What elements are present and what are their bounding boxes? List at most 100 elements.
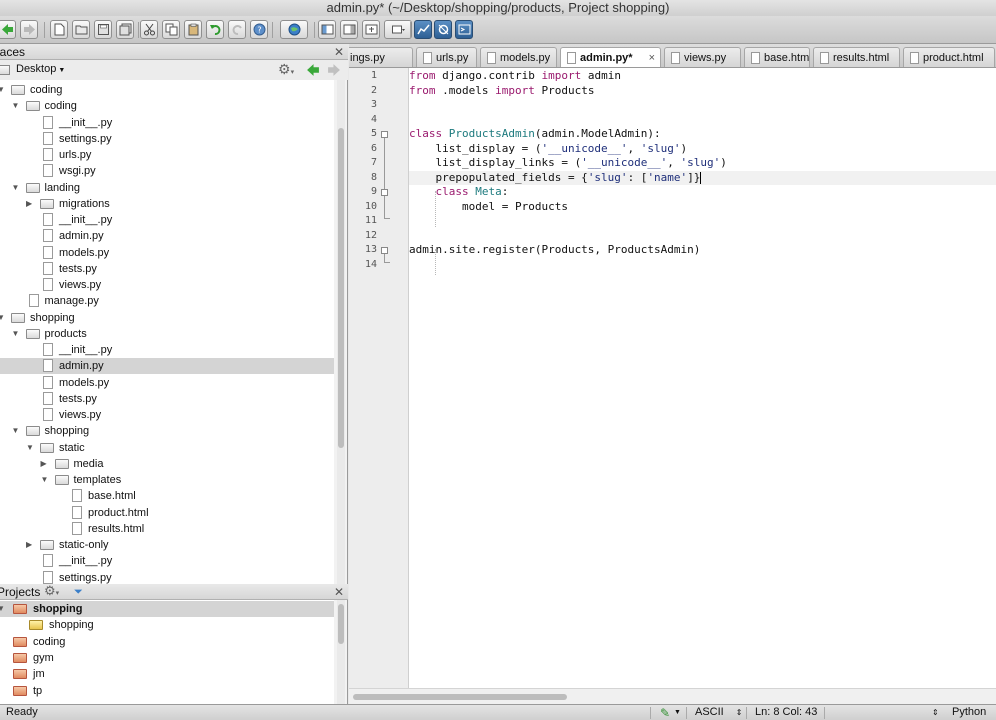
tree-item[interactable]: wsgi.py [0,163,334,179]
code-line[interactable]: class ProductsAdmin(admin.ModelAdmin): [409,127,996,142]
collapsed-triangle-icon[interactable]: ▶ [26,196,32,212]
code-line[interactable]: prepopulated_fields = {'slug': ['name']} [409,170,996,185]
tree-item[interactable]: ▼ landing [0,180,334,196]
new-file-button[interactable] [50,20,68,39]
close-tab-icon[interactable]: × [649,48,655,67]
code-line[interactable] [409,214,996,229]
project-item[interactable]: ▼ shopping [0,601,334,617]
code-line[interactable]: class Meta: [409,185,996,200]
browser-preview-button[interactable] [280,20,308,39]
forward-button[interactable] [20,20,38,39]
tree-item[interactable]: manage.py [0,293,334,309]
toolbox-button[interactable] [434,20,452,39]
tree-item[interactable]: tests.py [0,261,334,277]
paste-button[interactable] [184,20,202,39]
toggle-bottom-pane-button[interactable] [362,20,380,39]
code-line[interactable]: admin.site.register(Products, ProductsAd… [409,243,996,258]
tree-item[interactable]: admin.py [0,228,334,244]
save-button[interactable] [94,20,112,39]
tree-item[interactable]: settings.py [0,570,334,585]
expanded-triangle-icon[interactable]: ▼ [12,98,20,114]
expanded-triangle-icon[interactable]: ▼ [26,440,34,456]
filter-funnel-icon[interactable]: ⏷ [74,584,83,600]
code-line[interactable]: list_display = ('__unicode__', 'slug') [409,142,996,157]
tree-item[interactable]: urls.py [0,147,334,163]
cut-button[interactable] [140,20,158,39]
language-selector[interactable]: Python [952,705,986,720]
code-area[interactable]: from django.contrib import admin from .mo… [409,68,996,688]
toggle-left-pane-button[interactable] [318,20,336,39]
help-button[interactable]: ? [250,20,268,39]
code-line[interactable] [409,113,996,128]
tree-item[interactable]: ▼ static [0,440,334,456]
code-line[interactable] [409,258,996,273]
expanded-triangle-icon[interactable]: ▼ [0,601,5,617]
close-icon[interactable]: ✕ [334,44,344,60]
code-browser-button[interactable] [414,20,432,39]
code-line[interactable]: from .models import Products [409,84,996,99]
project-item[interactable]: jm [0,666,334,682]
project-item[interactable]: tp [0,683,334,699]
toggle-right-pane-button[interactable] [340,20,358,39]
tree-item[interactable]: models.py [0,245,334,261]
project-item[interactable]: gym [0,650,334,666]
close-icon[interactable]: ✕ [334,584,344,600]
editor-tab[interactable]: views.py [664,47,741,67]
expanded-triangle-icon[interactable]: ▼ [12,423,20,439]
tree-item[interactable]: admin.py [0,358,334,375]
tree-item[interactable]: __init__.py [0,553,334,569]
tree-item[interactable]: ▶ media [0,456,334,472]
project-item[interactable]: shopping [0,617,334,633]
editor-tab[interactable]: product.html [903,47,995,67]
projects-scrollbar[interactable] [337,600,345,704]
tree-item[interactable]: models.py [0,375,334,391]
save-all-button[interactable] [116,20,134,39]
tree-item[interactable]: views.py [0,407,334,423]
places-scrollbar[interactable] [337,80,345,584]
tree-item[interactable]: __init__.py [0,212,334,228]
editor-tab[interactable]: urls.py [416,47,477,67]
tree-item[interactable]: base.html [0,488,334,504]
collapsed-triangle-icon[interactable]: ▶ [26,537,32,553]
places-scrollbar-thumb[interactable] [338,128,344,448]
encoding-selector[interactable]: ASCII ⇕ [695,705,742,720]
tree-item[interactable]: ▶ migrations [0,196,334,212]
fold-marker-icon[interactable] [381,247,388,254]
editor-tab[interactable]: models.py [480,47,557,67]
tree-item[interactable]: ▼ shopping [0,423,334,439]
tree-item[interactable]: ▼ templates [0,472,334,488]
fold-marker-icon[interactable] [381,189,388,196]
run-command-button[interactable] [455,20,473,39]
expanded-triangle-icon[interactable]: ▼ [0,310,5,326]
expanded-triangle-icon[interactable]: ▼ [41,472,49,488]
tree-item[interactable]: views.py [0,277,334,293]
tree-item[interactable]: settings.py [0,131,334,147]
tree-item[interactable]: ▼ products [0,326,334,342]
code-line[interactable] [409,98,996,113]
horizontal-scrollbar-thumb[interactable] [353,694,567,700]
collapsed-triangle-icon[interactable]: ▶ [41,456,47,472]
code-line[interactable] [409,229,996,244]
redo-button[interactable] [228,20,246,39]
fold-marker-icon[interactable] [381,131,388,138]
tree-item[interactable]: ▼ shopping [0,310,334,326]
tree-item[interactable]: __init__.py [0,342,334,358]
copy-button[interactable] [162,20,180,39]
open-file-button[interactable] [72,20,90,39]
editor-tab[interactable]: base.html [744,47,810,67]
undo-button[interactable] [206,20,224,39]
tree-item[interactable]: ▼ coding [0,82,334,98]
sync-left-arrow-icon[interactable] [306,63,320,77]
location-dropdown[interactable]: Desktop ▼ [16,63,65,75]
editor-horizontal-scrollbar[interactable] [349,688,996,704]
projects-scrollbar-thumb[interactable] [338,604,344,644]
tree-item[interactable]: ▼ coding [0,98,334,114]
back-button[interactable] [0,20,16,39]
tree-item[interactable]: results.html [0,521,334,537]
gear-icon[interactable]: ⚙▾ [278,61,294,78]
check-syntax-icon[interactable]: ✎ [660,706,670,720]
tree-item[interactable]: ▶ static-only [0,537,334,553]
code-line[interactable]: list_display_links = ('__unicode__', 'sl… [409,156,996,171]
tree-item[interactable]: tests.py [0,391,334,407]
editor-tab[interactable]: ings.py [349,47,413,67]
